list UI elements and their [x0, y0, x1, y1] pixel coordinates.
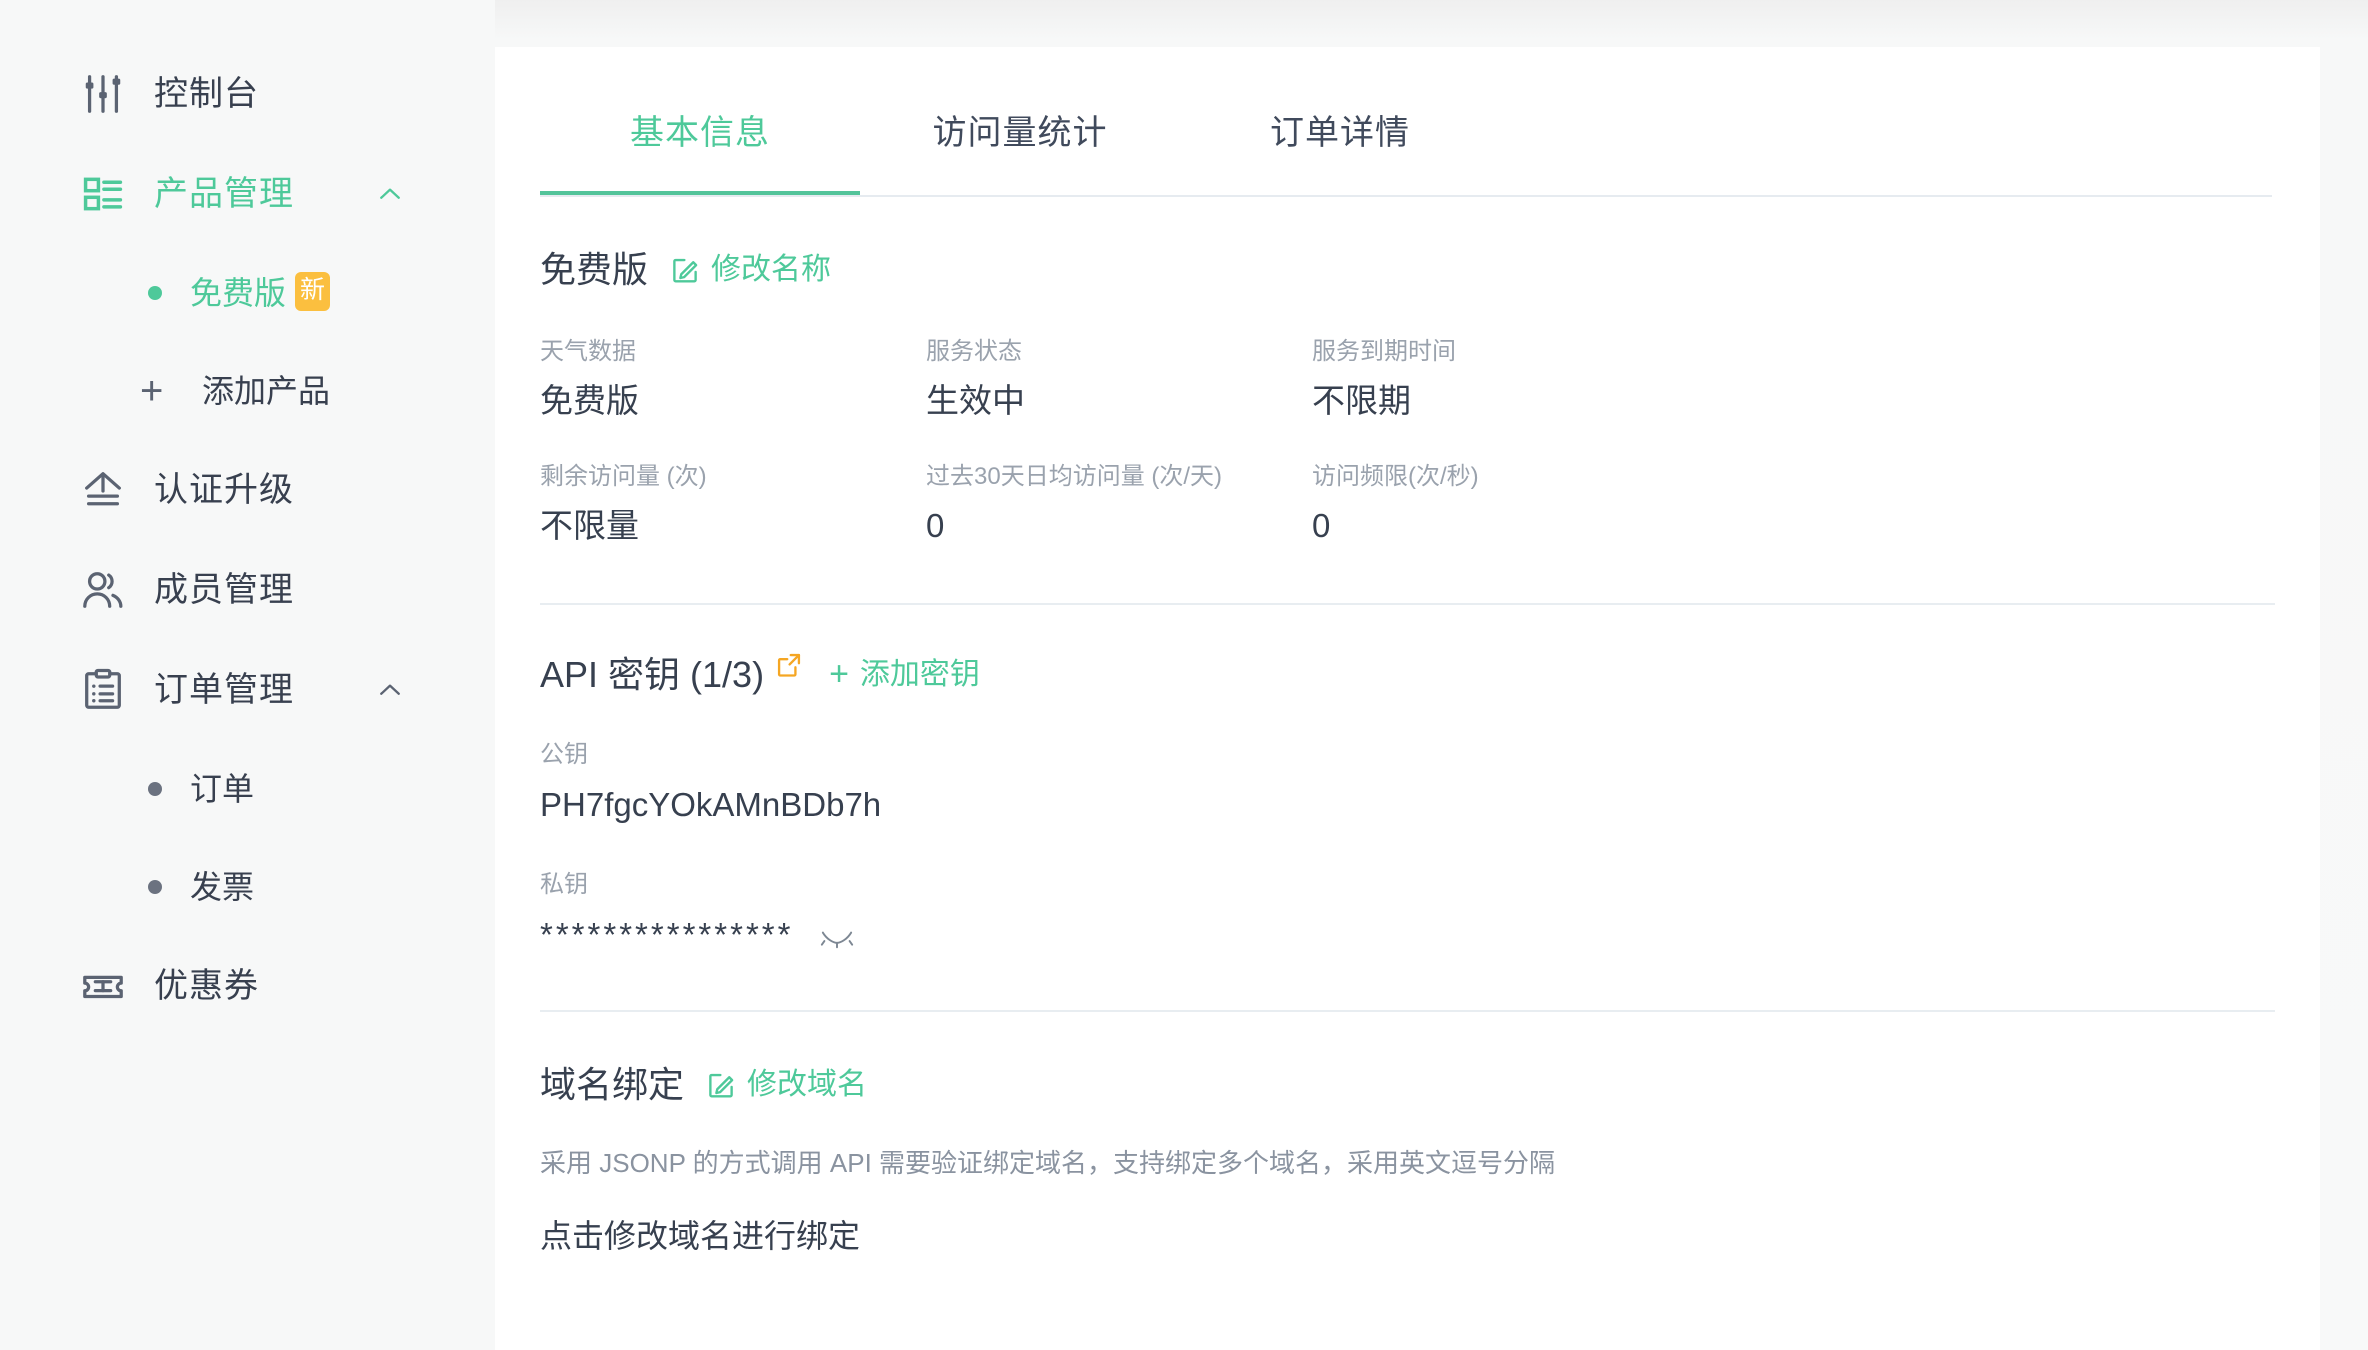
rename-product-label: 修改名称 [711, 253, 832, 286]
api-keys-section: API 密钥 (1/3) + 添加密钥 公钥 PH7fgcYOkAMnBDb7h [495, 653, 2320, 954]
info-cell-avg-daily-calls: 过去30天日均访问量 (次/天) 0 [926, 465, 1312, 544]
domain-description: 采用 JSONP 的方式调用 API 需要验证绑定域名，支持绑定多个域名，采用英… [540, 1148, 1556, 1179]
status-badge-new: 新 [295, 271, 331, 311]
plus-icon: + [829, 654, 849, 693]
sliders-icon [80, 71, 126, 117]
tab-bar-divider [540, 195, 2272, 197]
private-key-row: **************** [540, 915, 2275, 953]
main-panel: 基本信息 访问量统计 订单详情 免费版 修改名称 天气数据 免费版 服务状态 生… [495, 47, 2320, 1350]
chevron-up-icon[interactable] [375, 675, 405, 705]
info-label: 天气数据 [540, 338, 636, 365]
sidebar-item-console[interactable]: 控制台 [0, 44, 495, 144]
sidebar-item-coupons[interactable]: 优惠券 [0, 936, 495, 1036]
sidebar-item-label: 产品管理 [154, 175, 294, 213]
sidebar-add-product-label: 添加产品 [202, 373, 331, 409]
sidebar-subitem-free-plan[interactable]: 免费版 新 [0, 244, 495, 342]
add-api-key-button[interactable]: + 添加密钥 [829, 654, 980, 693]
info-value: 0 [1312, 507, 1331, 545]
info-cell-rate-limit: 访问频限(次/秒) 0 [1312, 465, 2275, 544]
clipboard-icon [80, 667, 126, 713]
section-divider [540, 602, 2275, 605]
bullet-dot-icon [148, 782, 162, 796]
sidebar-item-order-management[interactable]: 订单管理 [0, 640, 495, 740]
grid-list-icon [80, 171, 126, 217]
sidebar-item-member-management[interactable]: 成员管理 [0, 540, 495, 640]
sidebar-subitem-label: 订单 [190, 771, 255, 807]
sidebar-subitem-invoices[interactable]: 发票 [0, 838, 495, 936]
tab-bar: 基本信息 访问量统计 订单详情 [495, 47, 2320, 197]
api-keys-header: API 密钥 (1/3) + 添加密钥 [540, 653, 2275, 695]
sidebar-item-label: 成员管理 [154, 571, 294, 609]
sidebar-subitem-orders[interactable]: 订单 [0, 740, 495, 838]
private-key-block: 私钥 **************** [540, 870, 2275, 953]
info-value: 生效中 [926, 382, 1025, 419]
edit-domain-label: 修改域名 [747, 1068, 868, 1102]
external-link-icon[interactable] [775, 651, 803, 679]
domain-section-title: 域名绑定 [540, 1064, 685, 1106]
tab-order-details[interactable]: 订单详情 [1180, 105, 1500, 197]
product-info-grid: 天气数据 免费版 服务状态 生效中 服务到期时间 不限期 剩余访问量 (次) 不… [540, 340, 2275, 545]
public-key-block: 公钥 PH7fgcYOkAMnBDb7h [540, 740, 2275, 823]
sidebar-item-label: 认证升级 [154, 471, 294, 509]
plus-icon: + [140, 369, 164, 413]
section-divider [540, 1010, 2275, 1013]
info-label: 服务到期时间 [1312, 338, 1456, 365]
coupon-ticket-icon [80, 963, 126, 1009]
info-value: 不限量 [540, 507, 639, 545]
sidebar-subitem-label: 免费版 [190, 275, 287, 311]
sidebar-item-label: 优惠券 [154, 967, 259, 1005]
sidebar-item-label: 控制台 [154, 75, 259, 113]
info-label: 剩余访问量 (次) [540, 463, 707, 491]
domain-binding-section: 域名绑定 修改域名 采用 JSONP 的方式调用 API 需要验证绑定域名，支持… [495, 1067, 2320, 1255]
users-icon [80, 567, 126, 613]
sidebar-top-spacer [0, 0, 495, 44]
tab-traffic-stats[interactable]: 访问量统计 [860, 105, 1180, 197]
public-key-label: 公钥 [540, 740, 588, 768]
edit-domain-button[interactable]: 修改域名 [706, 1070, 867, 1100]
info-value: 免费版 [540, 382, 639, 419]
sidebar-item-label: 订单管理 [154, 671, 294, 709]
sidebar-item-certification-upgrade[interactable]: 认证升级 [0, 440, 495, 540]
product-overview-section: 免费版 修改名称 天气数据 免费版 服务状态 生效中 服务到期时间 不限期 剩余… [495, 252, 2320, 545]
info-value: 0 [926, 507, 945, 545]
upgrade-arrow-icon [80, 467, 126, 513]
info-cell-weather-data: 天气数据 免费版 [540, 340, 926, 419]
bullet-dot-icon [148, 880, 162, 894]
edit-square-icon [670, 255, 700, 285]
edit-square-icon [706, 1070, 736, 1100]
sidebar: 控制台 产品管理 免费版 新 + 添加产品 认证升级 成员管理 订单管理 订单 … [0, 0, 495, 1350]
app-root: 控制台 产品管理 免费版 新 + 添加产品 认证升级 成员管理 订单管理 订单 … [0, 0, 2368, 1350]
bullet-dot-icon [148, 286, 162, 300]
private-key-label: 私钥 [540, 870, 588, 898]
domain-title-row: 域名绑定 修改域名 [540, 1067, 2275, 1103]
sidebar-item-product-management[interactable]: 产品管理 [0, 144, 495, 244]
sidebar-subitem-label: 发票 [190, 869, 255, 905]
info-cell-remaining-quota: 剩余访问量 (次) 不限量 [540, 465, 926, 544]
info-label: 过去30天日均访问量 (次/天) [926, 463, 1223, 491]
page-title: 免费版 [540, 249, 649, 290]
info-cell-expiry-time: 服务到期时间 不限期 [1312, 340, 2275, 419]
eye-closed-icon[interactable] [819, 927, 855, 951]
sidebar-add-product[interactable]: + 添加产品 [0, 342, 495, 440]
info-label: 服务状态 [926, 338, 1022, 365]
chevron-up-icon[interactable] [375, 179, 405, 209]
info-cell-service-status: 服务状态 生效中 [926, 340, 1312, 419]
public-key-value: PH7fgcYOkAMnBDb7h [540, 785, 882, 823]
info-value: 不限期 [1312, 382, 1411, 419]
product-title-row: 免费版 修改名称 [540, 252, 2275, 288]
tab-basic-info[interactable]: 基本信息 [540, 105, 860, 197]
add-api-key-label: 添加密钥 [859, 657, 980, 691]
domain-value: 点击修改域名进行绑定 [540, 1217, 861, 1254]
api-keys-title: API 密钥 (1/3) [540, 653, 765, 695]
info-label: 访问频限(次/秒) [1312, 463, 1479, 491]
rename-product-button[interactable]: 修改名称 [670, 255, 831, 285]
private-key-value: **************** [540, 915, 794, 953]
